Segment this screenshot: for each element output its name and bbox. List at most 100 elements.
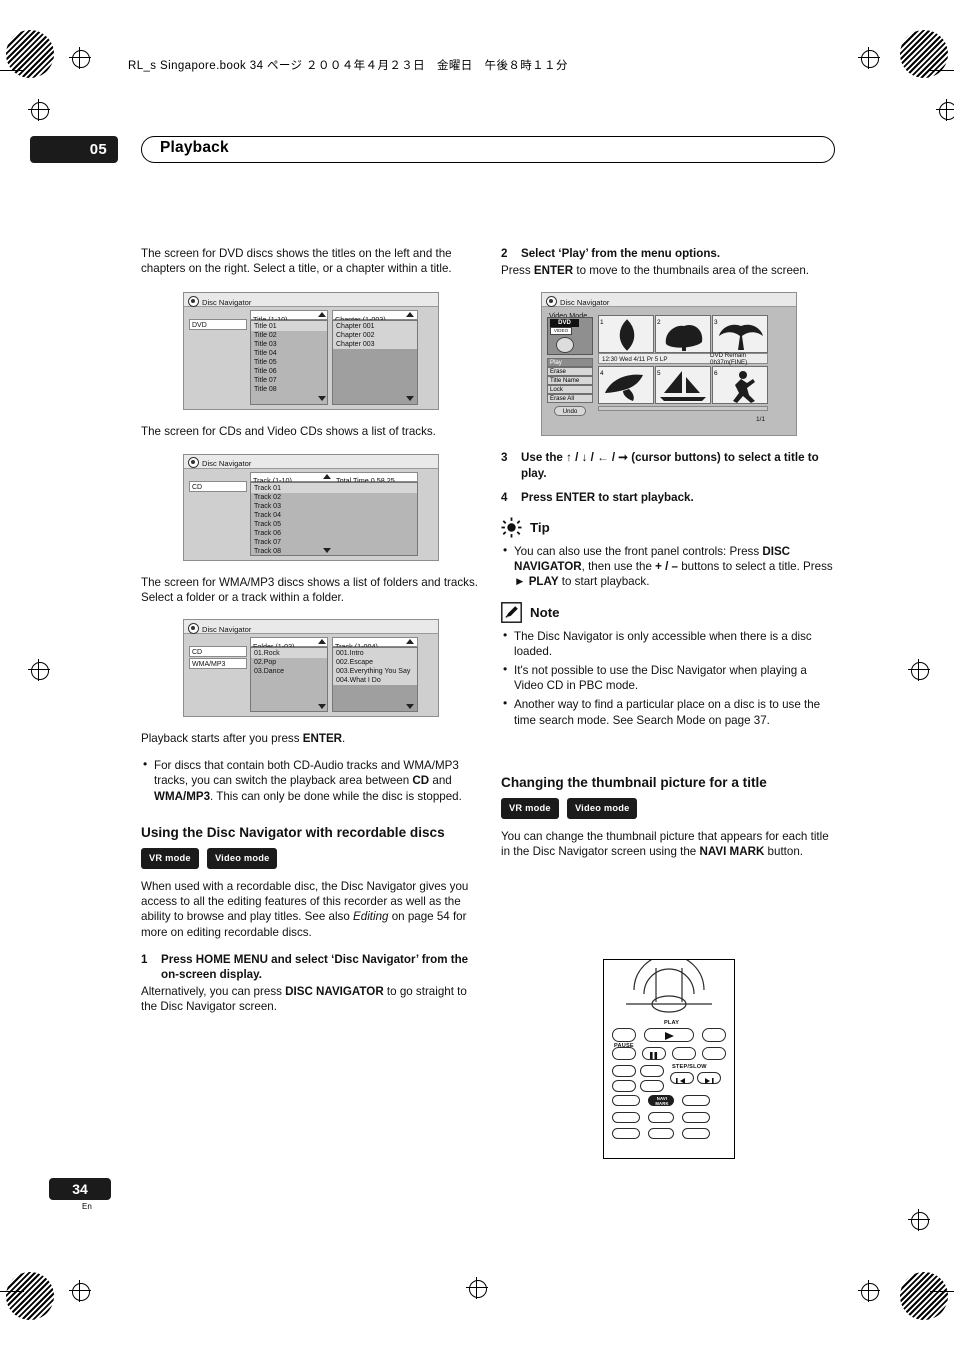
runner-icon [733,371,755,404]
thumbnail-body: You can change the thumbnail picture tha… [501,829,839,859]
key-row3-c[interactable] [612,1080,636,1092]
key-row6-c[interactable] [682,1128,710,1139]
registration-mark [908,1209,930,1231]
scroll-up-icon [406,312,414,318]
menu-item-erase-label: Erase [550,368,566,376]
step-forward-icon [705,1078,714,1084]
tip-label: Tip [530,519,550,535]
badge-vr-mode-2: VR mode [501,797,559,820]
scroll-up-icon [318,639,326,645]
key-row5-c[interactable] [682,1112,710,1123]
thumbnail-5[interactable] [655,366,711,405]
step-2-number: 2 [501,247,508,260]
menu-item-erase-all-label: Erase All [550,395,575,403]
right-key[interactable] [702,1028,726,1042]
registration-block-bottom-right [900,1272,948,1320]
step-forward-button[interactable] [697,1072,721,1084]
playback-starts-paragraph: Playback starts after you press ENTER. [141,731,479,746]
key-row4-b[interactable] [682,1095,710,1106]
menu-item-title-name-label: Title Name [550,377,580,385]
left-steps: 1 Press HOME MENU and select ‘Disc Navig… [141,952,479,1015]
play-button[interactable] [644,1028,694,1042]
cursor-pad-illustration [626,960,712,1013]
thumbnail-3-number: 3 [714,319,718,327]
disc-icon [188,622,199,634]
thumbnail-3[interactable] [712,315,768,354]
step-3-heading-a: Use the [521,451,567,465]
scroll-up-icon [318,312,326,318]
key-row4-a[interactable] [612,1095,640,1106]
thumbnail-2-number: 2 [657,319,661,327]
thumbnail-4[interactable] [598,366,654,405]
scroll-up-icon [406,639,414,645]
step-back-icon [676,1078,685,1084]
step-3-number: 3 [501,451,508,465]
registration-mark [466,1277,488,1299]
title-item: Title 02 [254,332,277,340]
menu-item-play[interactable]: Play [547,358,593,368]
key-row3-a[interactable] [612,1065,636,1077]
stop-button[interactable] [672,1047,696,1060]
track-item: Track 05 [254,520,281,528]
bullet-text-c: . This can only be done while the disc i… [210,789,462,803]
tip-text-e: buttons to select a title. Press [678,560,833,574]
wma-track-item: 004.What I Do [336,677,381,685]
chapter-number: 05 [30,136,118,163]
aux-key-right[interactable] [702,1047,726,1060]
folder-item: 03.Dance [254,668,284,676]
aux-key-left[interactable] [612,1047,636,1060]
cursor-arrows-icon: ↑ / ↓ / ← / ➞ [566,451,629,465]
key-row3-d[interactable] [640,1080,664,1092]
disc-icon [546,295,557,307]
step-2-body-c: to move to the thumbnails area of the sc… [573,264,810,278]
chapter-title-bar [141,136,835,163]
crop-mark [930,1291,954,1292]
step-back-button[interactable] [670,1072,694,1084]
section-heading-thumbnail: Changing the thumbnail picture for a tit… [501,774,767,790]
left-key[interactable] [612,1028,636,1042]
enter-bold-2: ENTER [533,264,574,278]
menu-item-undo[interactable]: Undo [554,406,586,417]
disc-navigator-bold: DISC NAVIGATOR [285,985,384,999]
menu-item-lock[interactable]: Lock [547,385,593,395]
figure-window-title: Disc Navigator [202,459,252,469]
figure-disc-navigator-dvd: Disc Navigator DVD Title (1-10) Chapter … [183,292,439,411]
thumbnail-scrollbar[interactable] [598,406,768,412]
thumbnail-5-number: 5 [657,370,661,378]
registration-block-bottom-left [6,1272,54,1320]
step-1-body: Alternatively, you can press DISC NAVIGA… [141,984,479,1014]
thumbnail-1-number: 1 [600,319,604,327]
pause-button[interactable] [642,1047,666,1060]
list-item: It's not possible to use the Disc Naviga… [501,662,839,693]
tip-text-a: You can also use the front panel control… [514,545,763,559]
key-row5-b[interactable] [648,1112,674,1123]
menu-item-erase[interactable]: Erase [547,367,593,377]
tip-bullet-list: You can also use the front panel control… [501,543,839,590]
step-1-heading: Press HOME MENU and select ‘Disc Navigat… [161,952,469,982]
scroll-down-icon [318,396,326,402]
disc-type-label-wma: WMA/MP3 [192,661,226,669]
registration-mark [69,47,91,69]
disc-icon [188,295,199,307]
registration-mark [28,99,50,121]
disc-sub-label: VIDEO [553,328,569,334]
note-pencil-icon [501,601,522,623]
thumbnail-6[interactable] [712,366,768,405]
disc-badge: DVD [550,319,579,328]
track-item: Track 02 [254,493,281,501]
key-row6-b[interactable] [648,1128,674,1139]
note-bullet-list: The Disc Navigator is only accessible wh… [501,628,839,728]
key-row6-a[interactable] [612,1128,640,1139]
menu-item-title-name[interactable]: Title Name [547,376,593,386]
key-row5-a[interactable] [612,1112,640,1123]
disc-type-label-cd: CD [192,649,203,657]
right-column: 2 Select ‘Play’ from the menu options. P… [501,246,839,871]
thumbnail-2[interactable] [655,315,711,354]
menu-item-erase-all[interactable]: Erase All [547,394,593,404]
track-item: Track 01 [254,484,281,492]
key-row3-b[interactable] [640,1065,664,1077]
thumbnail-1[interactable] [598,315,654,354]
registration-mark [908,659,930,681]
cd-screen-paragraph: The screen for CDs and Video CDs shows a… [141,425,436,439]
list-item: Another way to find a particular place o… [501,696,839,727]
